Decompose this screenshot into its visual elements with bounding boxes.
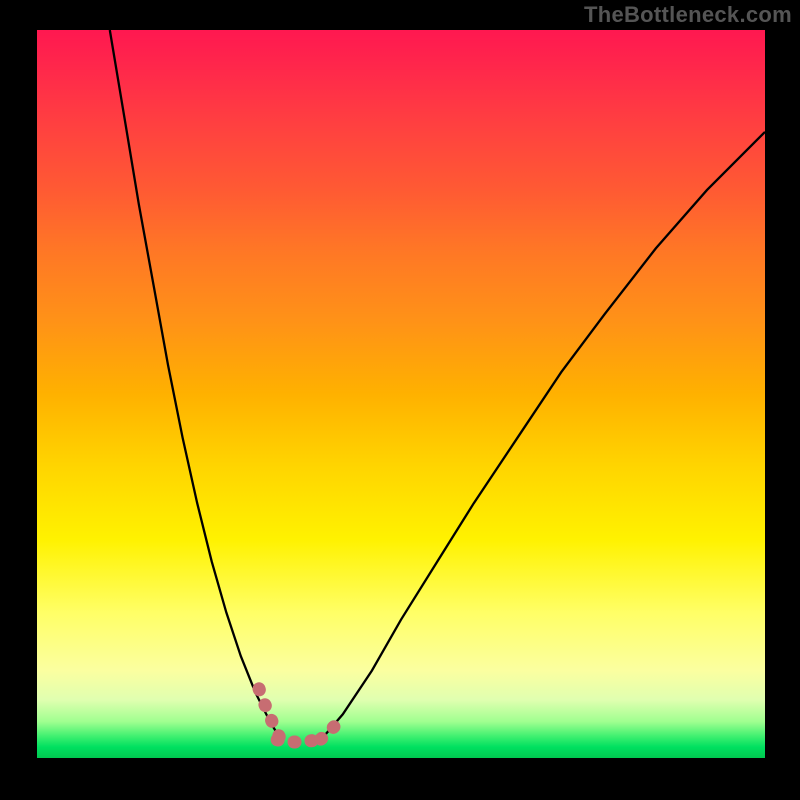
pink-left-path bbox=[259, 689, 279, 737]
pink-bottom-path bbox=[277, 739, 321, 742]
plot-area bbox=[37, 30, 765, 758]
watermark-text: TheBottleneck.com bbox=[584, 2, 792, 28]
curve-overlay bbox=[37, 30, 765, 758]
left-curve-path bbox=[110, 30, 281, 740]
chart-container: TheBottleneck.com bbox=[0, 0, 800, 800]
right-curve-path bbox=[321, 132, 765, 740]
